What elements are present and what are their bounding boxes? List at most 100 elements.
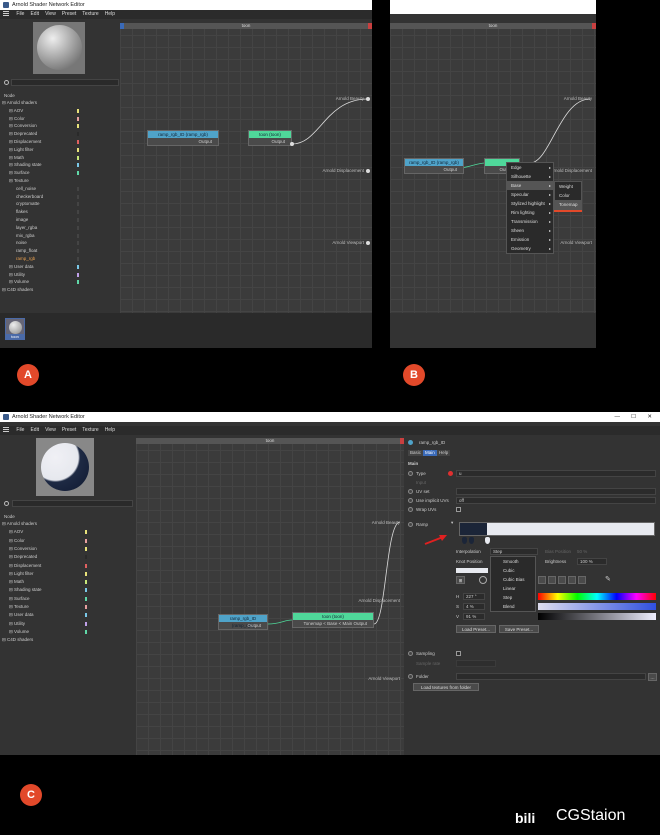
sampling-checkbox[interactable]: [456, 651, 461, 656]
tree-item[interactable]: ⊟ Conversion: [9, 123, 37, 129]
node-ramp-rgb[interactable]: ramp_rgb_ID (ramp_rgb) Output: [404, 158, 464, 174]
color-mode-icon-2[interactable]: [548, 576, 556, 584]
menu-base[interactable]: Base: [507, 181, 553, 190]
menu-color[interactable]: Color: [555, 191, 581, 200]
tree-item[interactable]: ramp_float: [16, 248, 37, 253]
hamburger-icon[interactable]: [3, 11, 9, 16]
interp-step[interactable]: Step: [491, 593, 535, 602]
tree-item[interactable]: ⊟ Color: [9, 116, 25, 122]
material-thumb[interactable]: toon: [5, 318, 25, 340]
menu-texture[interactable]: Texture: [82, 11, 98, 17]
node-ramp-rgb[interactable]: ramp_rgb_ID (ramp_rgb) Output: [147, 130, 219, 146]
tree-item[interactable]: ⊟ AOV: [9, 108, 23, 114]
menu-file[interactable]: File: [16, 427, 24, 433]
interpolation-select[interactable]: Step: [490, 548, 538, 555]
menu-transmission[interactable]: Transmission: [507, 217, 553, 226]
search-input[interactable]: [12, 500, 133, 507]
ramp-expand-icon[interactable]: ▾: [451, 520, 453, 526]
tree-item[interactable]: cell_noise: [16, 186, 36, 191]
beauty-port[interactable]: [366, 97, 370, 101]
interp-blend[interactable]: Blend: [491, 602, 535, 611]
context-menu-toon[interactable]: Edge Silhouette Base Specular Stylized h…: [506, 162, 554, 254]
load-preset-button[interactable]: Load Preset...: [456, 625, 496, 633]
color-wheel-icon[interactable]: [479, 576, 487, 584]
h-field[interactable]: 227 °: [463, 593, 485, 600]
eyedropper-icon[interactable]: ✎: [605, 575, 611, 583]
node-toon[interactable]: toon (toon) Tonemap < Base < Main Output: [292, 612, 374, 628]
context-submenu-base[interactable]: Weight Color Tonemap: [554, 181, 582, 210]
tree-item[interactable]: ⊟ Color: [9, 538, 25, 544]
ramp-knot-dark[interactable]: [462, 537, 467, 544]
s-slider[interactable]: [538, 603, 656, 610]
tree-item[interactable]: noise: [16, 240, 27, 245]
maximize-button[interactable]: ☐: [631, 412, 636, 422]
tab-basic[interactable]: Basic: [408, 450, 424, 456]
v-field[interactable]: 91 %: [463, 613, 485, 620]
node-ramp-rgb[interactable]: ramp_rgb_ID (ramp_rgb) Output: [218, 614, 268, 630]
uvset-field[interactable]: [456, 488, 656, 495]
tree-item[interactable]: ⊟ Arnold shaders: [2, 521, 37, 527]
wrap-radio[interactable]: [408, 507, 413, 512]
menu-tonemap[interactable]: Tonemap: [555, 200, 581, 209]
folder-radio[interactable]: [408, 674, 413, 679]
menu-edit[interactable]: Edit: [30, 11, 39, 17]
interp-cubic-bias[interactable]: Cubic Bias: [491, 575, 535, 584]
ramp-knot-dark-2[interactable]: [469, 537, 474, 544]
tree-item[interactable]: ⊟ Light filter: [9, 147, 34, 153]
viewport-port[interactable]: [366, 241, 370, 245]
menu-edge[interactable]: Edge: [507, 163, 553, 172]
menu-stylized-highlight[interactable]: Stylized highlight: [507, 199, 553, 208]
color-picker-icon[interactable]: ⊞: [456, 576, 465, 584]
tree-item[interactable]: ⊟ Displacement: [9, 139, 41, 145]
ramp-radio[interactable]: [408, 522, 413, 527]
brightness-field[interactable]: 100 %: [577, 558, 607, 565]
tree-item[interactable]: ⊟ Shading state: [9, 587, 42, 593]
tab-main[interactable]: Main: [423, 450, 437, 456]
interp-smooth[interactable]: Smooth: [491, 557, 535, 566]
tree-item[interactable]: ⊟ C4D shaders: [2, 637, 33, 643]
menu-help[interactable]: Help: [105, 427, 115, 433]
tree-item[interactable]: layer_rgba: [16, 225, 37, 230]
type-field[interactable]: u: [456, 470, 656, 477]
panel-a-canvas[interactable]: toon ramp_rgb_ID (ramp_rgb) Output toon …: [120, 23, 372, 313]
tree-item[interactable]: ramp_rgb: [16, 256, 35, 261]
color-mode-icon-4[interactable]: [568, 576, 576, 584]
tree-item[interactable]: ⊟ Utility: [9, 272, 25, 278]
interp-cubic[interactable]: Cubic: [491, 566, 535, 575]
folder-browse-button[interactable]: …: [648, 673, 657, 681]
tree-item[interactable]: flakes: [16, 209, 28, 214]
wrap-checkbox[interactable]: [456, 507, 461, 512]
tree-item[interactable]: ⊟ Shading state: [9, 162, 42, 168]
save-preset-button[interactable]: Save Preset...: [499, 625, 539, 633]
tree-item[interactable]: ⊟ Conversion: [9, 546, 37, 552]
folder-field[interactable]: [456, 673, 646, 680]
type-radio[interactable]: [408, 471, 413, 476]
menu-texture[interactable]: Texture: [82, 427, 98, 433]
sampling-radio[interactable]: [408, 651, 413, 656]
tree-item[interactable]: ⊟ C4D shaders: [2, 287, 33, 293]
uvset-radio[interactable]: [408, 489, 413, 494]
menu-preset[interactable]: Preset: [62, 11, 76, 17]
tree-item[interactable]: ⊟ Texture: [9, 178, 29, 184]
color-mode-icon-1[interactable]: [538, 576, 546, 584]
menu-edit[interactable]: Edit: [30, 427, 39, 433]
tree-item[interactable]: ⊟ Volume: [9, 629, 29, 635]
tree-item[interactable]: ⊟ Surface: [9, 596, 30, 602]
tree-item[interactable]: ⊟ Texture: [9, 604, 29, 610]
tree-item[interactable]: ⊟ Arnold shaders: [2, 100, 37, 106]
tab-help[interactable]: Help: [437, 450, 451, 456]
tree-item[interactable]: cryptomatte: [16, 201, 40, 206]
tree-item[interactable]: checkerboard: [16, 194, 43, 199]
color-mode-icon-3[interactable]: [558, 576, 566, 584]
tree-item[interactable]: ⊟ Light filter: [9, 571, 34, 577]
knot-color-swatch[interactable]: [456, 568, 488, 573]
interpolation-dropdown[interactable]: Smooth Cubic Cubic Bias Linear Step Blen…: [490, 556, 536, 612]
menu-view[interactable]: View: [45, 427, 56, 433]
menu-help[interactable]: Help: [105, 11, 115, 17]
tree-item[interactable]: ⊟ Displacement: [9, 563, 41, 569]
tree-item[interactable]: ⊟ Surface: [9, 170, 30, 176]
tree-item[interactable]: ⊟ Deprecated: [9, 131, 37, 137]
minimize-button[interactable]: —: [615, 412, 621, 422]
menu-view[interactable]: View: [45, 11, 56, 17]
tree-item[interactable]: ⊟ Utility: [9, 621, 25, 627]
